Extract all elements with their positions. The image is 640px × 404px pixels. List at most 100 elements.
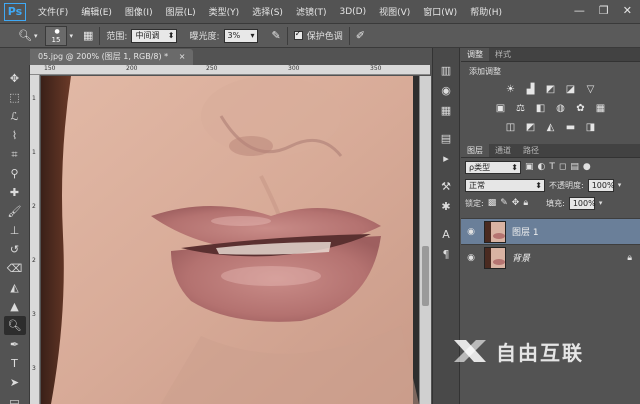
layer-name[interactable]: 图层 1	[512, 225, 539, 238]
actions-icon[interactable]: ▸	[436, 150, 456, 168]
type-tool-icon[interactable]: T	[4, 354, 26, 373]
visibility-eye-icon[interactable]: ◉	[461, 253, 481, 263]
filter-shape-icon[interactable]: ◻	[559, 162, 566, 172]
filter-smart-icon[interactable]: ▤	[570, 162, 579, 172]
exposure-icon[interactable]: ◪	[564, 83, 577, 96]
shape-tool-icon[interactable]: ▭	[4, 392, 26, 404]
character-icon[interactable]: A	[436, 226, 456, 244]
layer-row[interactable]: ◉ 背景 🔒︎	[461, 244, 640, 270]
chevron-down-icon[interactable]: ▾	[34, 32, 38, 40]
menu-3d[interactable]: 3D(D)	[339, 7, 366, 17]
restore-button[interactable]: ❐	[599, 4, 609, 17]
quick-select-tool-icon[interactable]: ⌇	[4, 126, 26, 145]
filter-toggle-icon[interactable]: ●	[583, 162, 591, 172]
close-tab-icon[interactable]: ×	[179, 52, 186, 61]
selective-color-icon[interactable]: ◨	[584, 121, 597, 134]
hue-saturation-icon[interactable]: ▣	[494, 102, 507, 115]
history-icon[interactable]: ▤	[436, 130, 456, 148]
tab-paths[interactable]: 路径	[517, 144, 545, 157]
black-white-icon[interactable]: ◧	[534, 102, 547, 115]
menu-layer[interactable]: 图层(L)	[166, 5, 196, 18]
photo-filter-icon[interactable]: ◍	[554, 102, 567, 115]
chevron-down-icon[interactable]: ▾	[618, 181, 622, 189]
brush-panel-icon[interactable]: ▦	[83, 29, 93, 42]
crop-tool-icon[interactable]: ⌗	[4, 145, 26, 164]
tab-styles[interactable]: 样式	[489, 48, 517, 61]
marquee-tool-icon[interactable]: ⬚	[4, 88, 26, 107]
layer-name[interactable]: 背景	[512, 251, 530, 264]
levels-icon[interactable]: ▟	[524, 83, 537, 96]
move-tool-icon[interactable]: ✥	[4, 69, 26, 88]
filter-type-icon[interactable]: T	[549, 162, 555, 172]
healing-brush-tool-icon[interactable]: ✚	[4, 183, 26, 202]
tab-layers[interactable]: 图层	[461, 144, 489, 157]
tab-channels[interactable]: 通道	[489, 144, 517, 157]
color-icon[interactable]: ◉	[436, 82, 456, 100]
posterize-icon[interactable]: ◩	[524, 121, 537, 134]
clone-source-icon[interactable]: ✱	[436, 198, 456, 216]
menu-help[interactable]: 帮助(H)	[470, 5, 502, 18]
eraser-tool-icon[interactable]: ⌫	[4, 259, 26, 278]
document-tab[interactable]: 05.jpg @ 200% (图层 1, RGB/8) * ×	[30, 49, 194, 65]
image-canvas[interactable]	[41, 76, 419, 404]
lock-transparent-icon[interactable]: ▩	[488, 198, 497, 208]
layer-row[interactable]: ◉ 图层 1	[461, 218, 640, 244]
opacity-input[interactable]: 100%	[587, 178, 615, 192]
lock-all-icon[interactable]: 🔒︎	[523, 198, 528, 208]
protect-tones-checkbox[interactable]	[293, 29, 303, 40]
dodge-tool-preset-icon[interactable]: 🔍︎	[18, 29, 32, 42]
blend-mode-select[interactable]: 正常 ⬍	[465, 178, 545, 192]
vibrance-icon[interactable]: ▽	[584, 83, 597, 96]
color-lookup-icon[interactable]: ▦	[594, 102, 607, 115]
exposure-input[interactable]: 3% ▾	[223, 28, 258, 43]
pressure-size-icon[interactable]: ✐	[356, 29, 365, 42]
eyedropper-tool-icon[interactable]: ⚲	[4, 164, 26, 183]
close-button[interactable]: ✕	[623, 4, 632, 17]
blur-tool-icon[interactable]: ▲	[4, 297, 26, 316]
curves-icon[interactable]: ◩	[544, 83, 557, 96]
range-select[interactable]: 中间调 ⬍	[131, 28, 178, 43]
layer-filter-row: ρ类型 ⬍ ▣ ◐ T ◻ ▤ ●	[461, 158, 640, 176]
swatches-icon[interactable]: ▦	[436, 102, 456, 120]
paragraph-icon[interactable]: ¶	[436, 246, 456, 264]
chevron-down-icon[interactable]: ▾	[69, 32, 73, 40]
gradient-map-icon[interactable]: ▬	[564, 121, 577, 134]
tab-adjustments[interactable]: 调整	[461, 48, 489, 61]
history-brush-tool-icon[interactable]: ↺	[4, 240, 26, 259]
path-selection-tool-icon[interactable]: ➤	[4, 373, 26, 392]
menu-file[interactable]: 文件(F)	[38, 5, 68, 18]
brush-preset-picker[interactable]: ● 15	[45, 25, 68, 46]
airbrush-icon[interactable]: ✎	[272, 29, 281, 42]
minimize-button[interactable]: —	[574, 4, 585, 17]
clone-stamp-tool-icon[interactable]: ⊥	[4, 221, 26, 240]
chevron-down-icon[interactable]: ▾	[599, 199, 603, 207]
brush-icon[interactable]: ⚒	[436, 178, 456, 196]
menu-edit[interactable]: 编辑(E)	[81, 5, 112, 18]
color-balance-icon[interactable]: ⚖	[514, 102, 527, 115]
vertical-scrollbar[interactable]	[419, 76, 431, 404]
channel-mixer-icon[interactable]: ✿	[574, 102, 587, 115]
lock-paint-icon[interactable]: ✎	[500, 198, 508, 208]
menu-select[interactable]: 选择(S)	[252, 5, 283, 18]
histogram-icon[interactable]: ▥	[436, 62, 456, 80]
menu-image[interactable]: 图像(I)	[125, 5, 153, 18]
menu-window[interactable]: 窗口(W)	[423, 5, 457, 18]
dodge-tool-icon[interactable]: 🔍︎	[3, 316, 26, 335]
filter-pixel-icon[interactable]: ▣	[525, 162, 534, 172]
paint-bucket-tool-icon[interactable]: ◭	[4, 278, 26, 297]
menu-filter[interactable]: 滤镜(T)	[296, 5, 327, 18]
visibility-eye-icon[interactable]: ◉	[461, 227, 481, 237]
brightness-icon[interactable]: ☀	[504, 83, 517, 96]
lock-position-icon[interactable]: ✥	[512, 198, 520, 208]
pen-tool-icon[interactable]: ✒	[4, 335, 26, 354]
menu-view[interactable]: 视图(V)	[379, 5, 410, 18]
menu-type[interactable]: 类型(Y)	[209, 5, 240, 18]
layer-filter-select[interactable]: ρ类型 ⬍	[465, 160, 521, 174]
fill-input[interactable]: 100%	[568, 196, 596, 210]
threshold-icon[interactable]: ◭	[544, 121, 557, 134]
brush-tool-icon[interactable]: 🖌︎	[4, 202, 26, 221]
lasso-tool-icon[interactable]: ℒ	[4, 107, 26, 126]
scrollbar-thumb[interactable]	[422, 246, 429, 306]
invert-icon[interactable]: ◫	[504, 121, 517, 134]
filter-adjustment-icon[interactable]: ◐	[538, 162, 546, 172]
